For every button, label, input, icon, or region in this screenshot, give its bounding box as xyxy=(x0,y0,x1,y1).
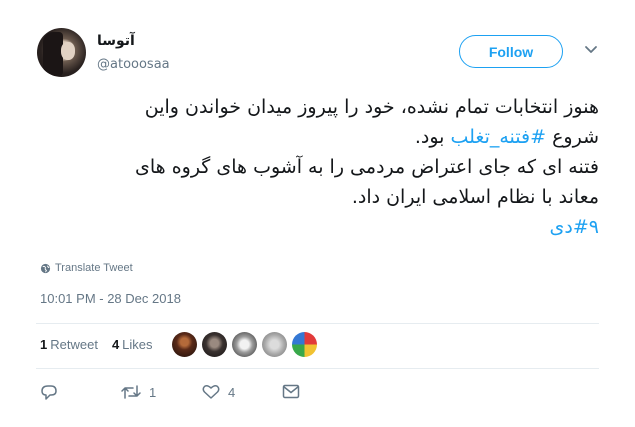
avatar[interactable] xyxy=(292,332,317,357)
divider xyxy=(36,368,599,369)
tweet-line: هنوز انتخابات تمام نشده، خود را پیروز می… xyxy=(144,96,599,118)
reply-icon xyxy=(41,385,57,400)
likes-count: 4 xyxy=(111,337,120,352)
heart-icon xyxy=(202,385,220,399)
user-handle[interactable]: @atooosaa xyxy=(97,57,170,72)
avatar[interactable] xyxy=(37,28,86,77)
chevron-down-icon[interactable] xyxy=(583,44,599,56)
translate-label[interactable]: Translate Tweet xyxy=(55,262,133,274)
hashtag-link[interactable]: #فتنه_تغلب xyxy=(450,126,546,148)
retweet-stat[interactable]: 1 Retweet xyxy=(40,337,98,352)
avatar[interactable] xyxy=(172,332,197,357)
avatar[interactable] xyxy=(262,332,287,357)
display-name[interactable]: آتوسا xyxy=(97,33,135,49)
avatar[interactable] xyxy=(202,332,227,357)
tweet-text: هنوز انتخابات تمام نشده، خود را پیروز می… xyxy=(36,92,599,242)
avatar[interactable] xyxy=(232,332,257,357)
tweet-stats: 1 Retweet 4 Likes xyxy=(40,337,153,352)
tweet-line: شروع #فتنه_تغلب بود. xyxy=(36,122,599,152)
reply-button[interactable] xyxy=(40,384,66,401)
retweet-count: 1 xyxy=(40,337,48,352)
likes-stat-label: Likes xyxy=(122,337,153,352)
retweet-icon xyxy=(121,385,141,399)
retweet-stat-label: Retweet xyxy=(50,337,98,352)
direct-message-button[interactable] xyxy=(282,384,300,399)
translate-tweet-link[interactable]: Translate Tweet xyxy=(40,262,133,274)
tweet-line: فتنه ای که جای اعتراض مردمی را به آشوب ه… xyxy=(134,156,599,178)
retweet-button[interactable]: 1 xyxy=(121,384,156,400)
tweet-line-prefix: شروع xyxy=(552,126,599,148)
timestamp[interactable]: 10:01 PM - 28 Dec 2018 xyxy=(40,291,181,306)
likers-avatars xyxy=(172,332,317,357)
tweet-line: معاند با نظام اسلامی ایران داد. xyxy=(351,186,599,208)
follow-button[interactable]: Follow xyxy=(459,35,563,68)
hashtag-link[interactable]: #۹دی xyxy=(36,212,599,242)
like-button[interactable]: 4 xyxy=(202,384,235,400)
tweet-line-suffix: بود. xyxy=(414,126,445,148)
retweet-action-count: 1 xyxy=(149,384,157,400)
divider xyxy=(36,323,599,324)
likes-stat[interactable]: 4 Likes xyxy=(112,337,153,352)
like-action-count: 4 xyxy=(228,384,236,400)
envelope-icon xyxy=(282,384,300,399)
globe-icon xyxy=(40,263,51,273)
